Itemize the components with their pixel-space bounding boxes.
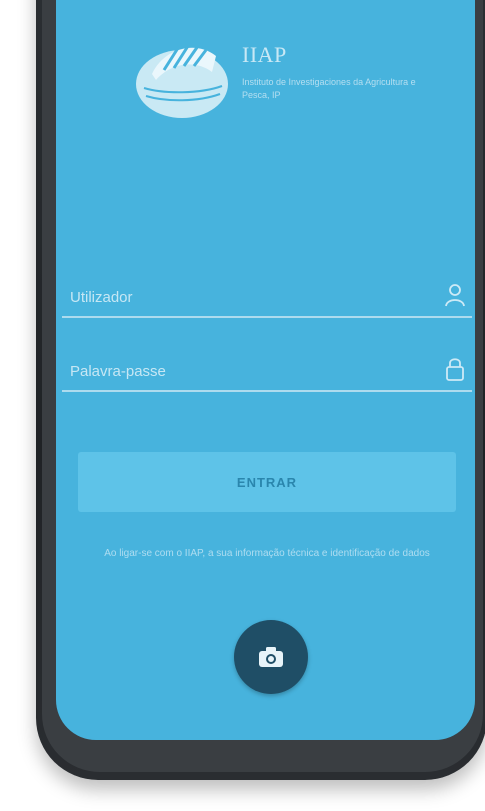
username-underline <box>62 316 472 318</box>
person-icon <box>445 284 465 307</box>
camera-icon <box>259 647 283 667</box>
app-screen: IIAP Instituto de Investigaciones da Agr… <box>56 0 475 740</box>
stage: IIAP Instituto de Investigaciones da Agr… <box>0 0 485 811</box>
enter-button[interactable]: ENTRAR <box>78 452 456 512</box>
brand-subtitle: Instituto de Investigaciones da Agricult… <box>242 77 416 100</box>
password-underline <box>62 390 472 392</box>
logo-icon <box>136 45 228 118</box>
brand-title: IIAP <box>242 42 287 67</box>
username-field[interactable] <box>62 278 472 318</box>
password-field[interactable] <box>62 352 472 392</box>
password-input[interactable] <box>70 358 430 384</box>
lock-icon <box>446 358 464 381</box>
camera-button[interactable] <box>234 620 308 694</box>
brand-header: IIAP Instituto de Investigaciones da Agr… <box>134 30 434 130</box>
info-text: Ao ligar-se com o IIAP, a sua informação… <box>104 548 430 559</box>
username-input[interactable] <box>70 284 430 310</box>
